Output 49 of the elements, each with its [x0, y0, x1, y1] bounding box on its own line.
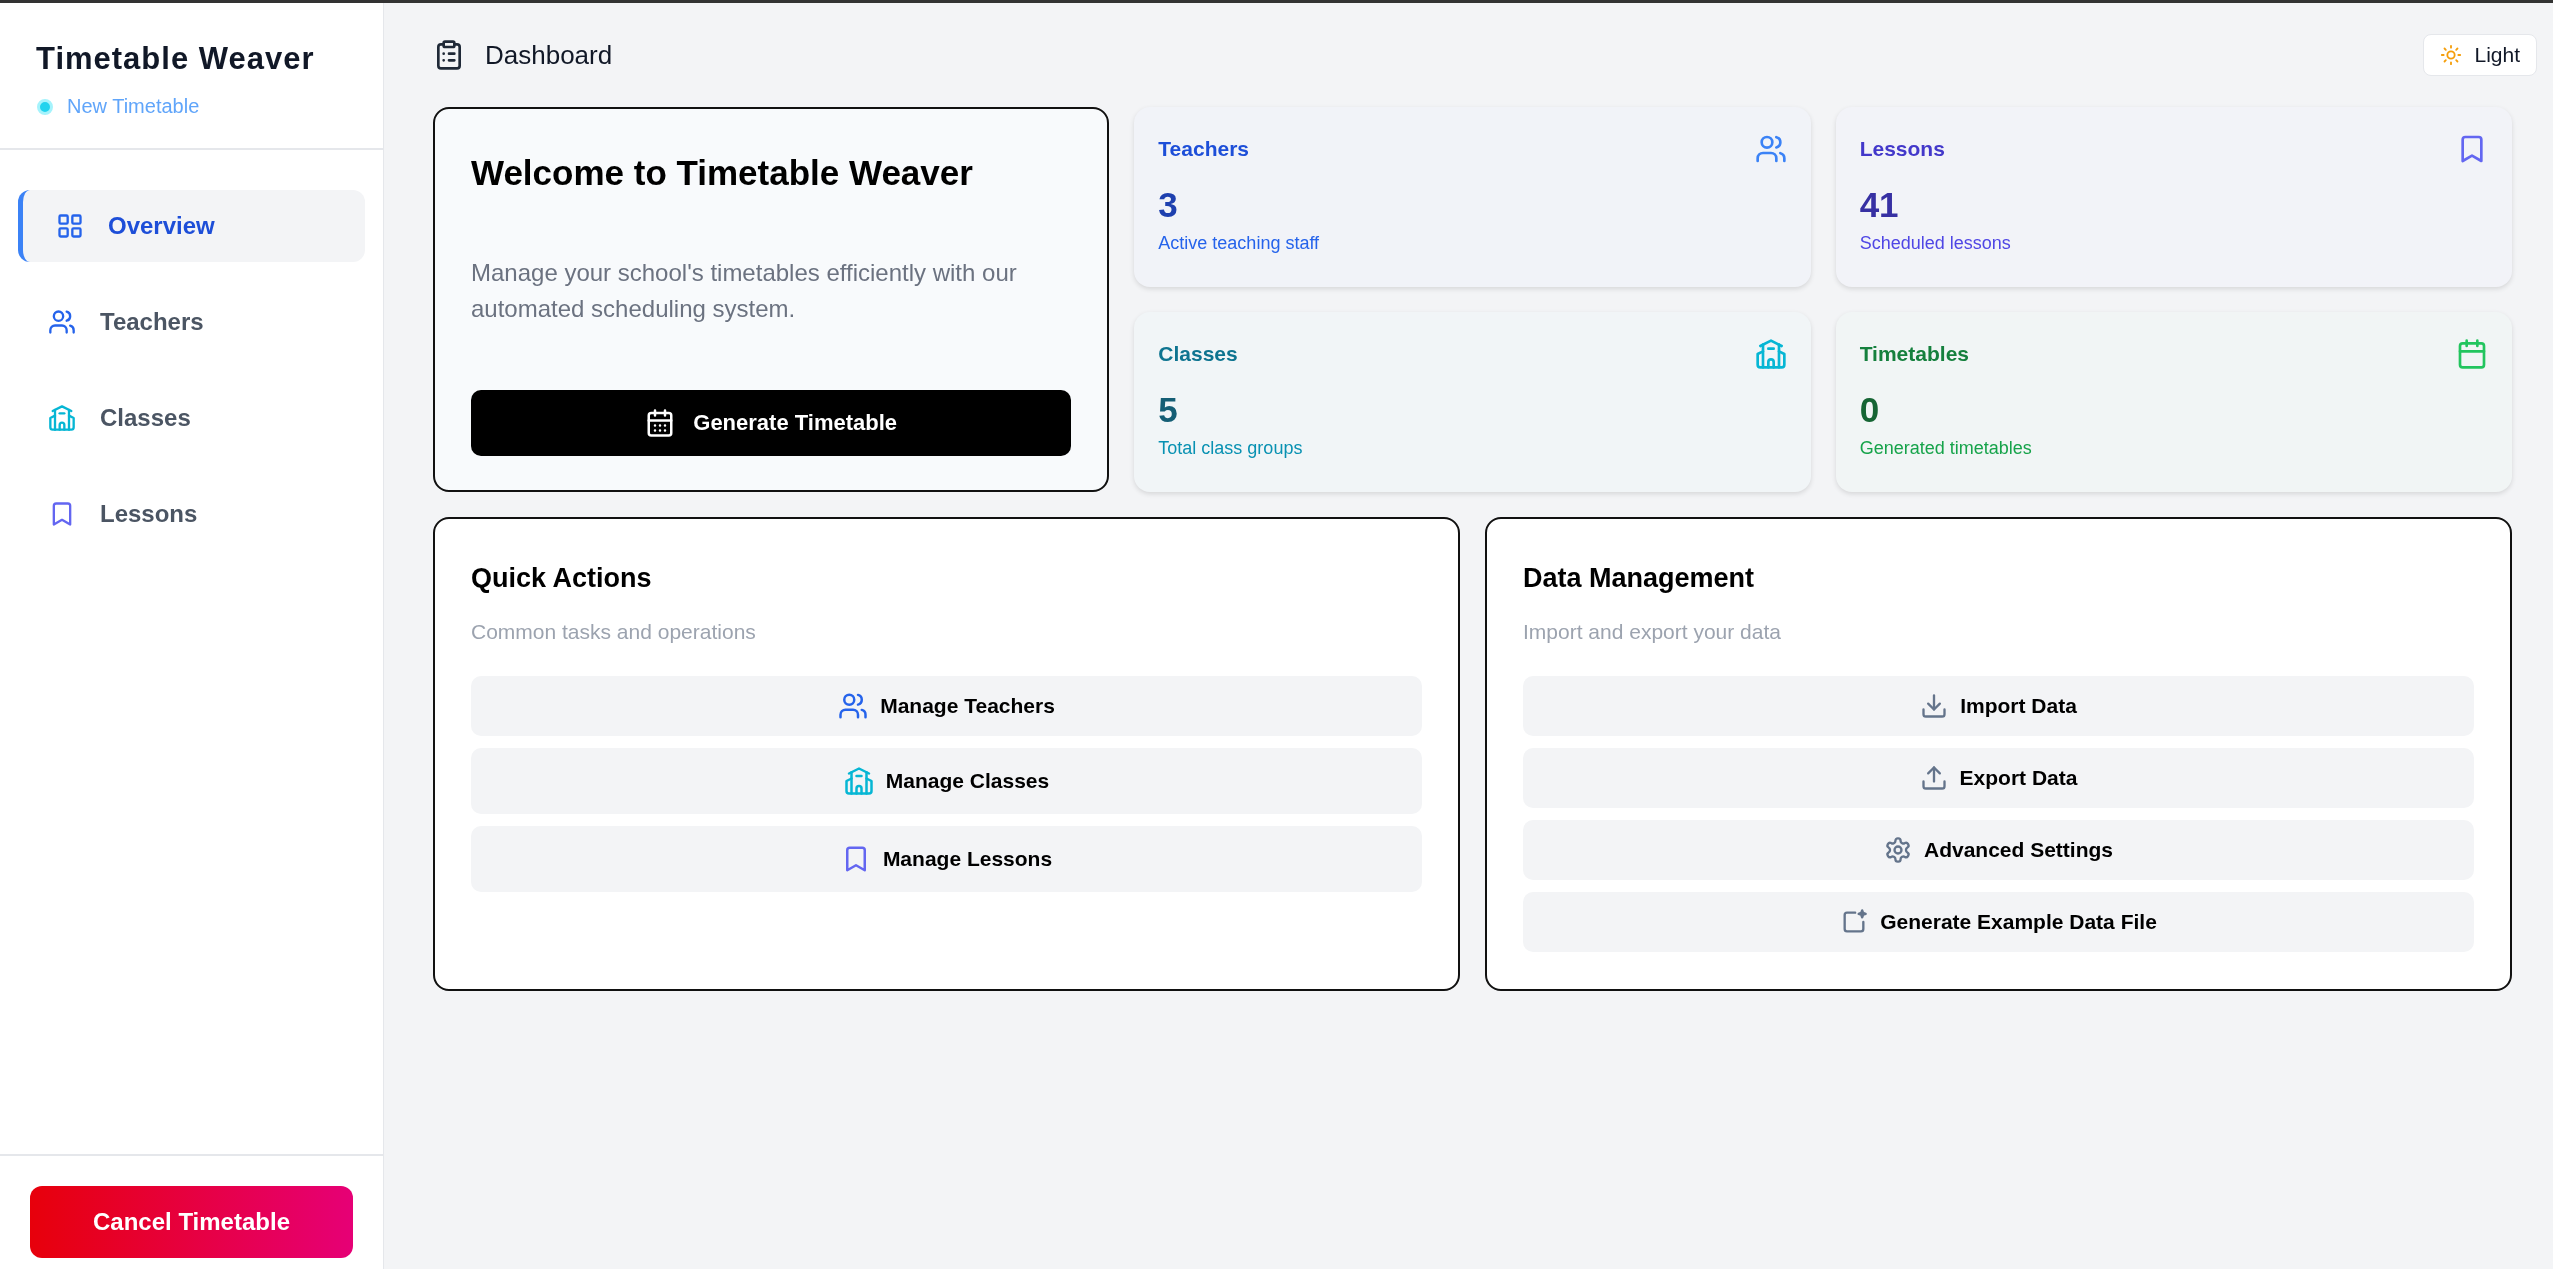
action-button[interactable]: Import Data	[1523, 676, 2474, 736]
stat-value: 41	[1859, 185, 1900, 225]
status-label: New Timetable	[67, 95, 200, 118]
school-icon	[48, 404, 76, 432]
welcome-text: Manage your school's timetables efficiently with our automated scheduling system.	[471, 258, 1018, 324]
welcome-title: Welcome to Timetable Weaver	[471, 153, 974, 193]
settings-icon	[1883, 836, 1912, 864]
users-icon	[838, 691, 869, 721]
stat-caption: Active teaching staff	[1158, 233, 1321, 254]
calendar-icon	[2456, 338, 2488, 370]
action-button[interactable]: Export Data	[1523, 748, 2474, 808]
grid-icon	[56, 212, 84, 240]
status-dot-icon	[37, 98, 53, 115]
card-subtitle: Import and export your data	[1523, 620, 1782, 644]
stat-title: Classes	[1158, 342, 1238, 366]
upload-icon	[1919, 764, 1948, 792]
calendar-icon	[645, 408, 676, 438]
sidebar-item[interactable]: Lessons	[18, 478, 365, 550]
action-button[interactable]: Generate Example Data File	[1523, 892, 2474, 952]
download-icon	[1920, 692, 1949, 720]
stat-value: 0	[1859, 390, 1881, 430]
stat-caption: Scheduled lessons	[1859, 233, 2012, 254]
stat-value: 3	[1158, 185, 1179, 225]
card-title: Data Management	[1523, 563, 1756, 594]
generate-timetable-button[interactable]: Generate Timetable	[471, 390, 1072, 456]
school-icon	[843, 766, 874, 796]
theme-toggle-button[interactable]: Light	[2423, 34, 2537, 76]
app-title: Timetable Weaver	[36, 41, 316, 77]
stat-title: Lessons	[1859, 137, 1945, 161]
stat-title: Teachers	[1158, 137, 1249, 161]
action-button[interactable]: Manage Lessons	[471, 826, 1422, 892]
stat-caption: Total class groups	[1158, 438, 1304, 459]
action-button[interactable]: Manage Classes	[471, 748, 1422, 814]
page-title: Dashboard	[485, 39, 613, 71]
sidebar-item[interactable]: Teachers	[18, 286, 365, 358]
users-icon	[48, 308, 76, 336]
card-title: Quick Actions	[471, 563, 653, 594]
stat-value: 5	[1158, 390, 1179, 430]
school-icon	[1754, 338, 1787, 370]
stat-title: Timetables	[1859, 342, 1969, 366]
stat-caption: Generated timetables	[1859, 438, 2033, 459]
sidebar-item[interactable]: Overview	[18, 190, 365, 262]
card-subtitle: Common tasks and operations	[471, 620, 757, 644]
action-button[interactable]: Advanced Settings	[1523, 820, 2474, 880]
sun-icon	[2440, 44, 2463, 66]
sidebar-item[interactable]: Classes	[18, 382, 365, 454]
cancel-timetable-button[interactable]: Cancel Timetable	[30, 1186, 353, 1258]
users-icon	[1754, 133, 1787, 165]
action-button[interactable]: Manage Teachers	[471, 676, 1422, 736]
